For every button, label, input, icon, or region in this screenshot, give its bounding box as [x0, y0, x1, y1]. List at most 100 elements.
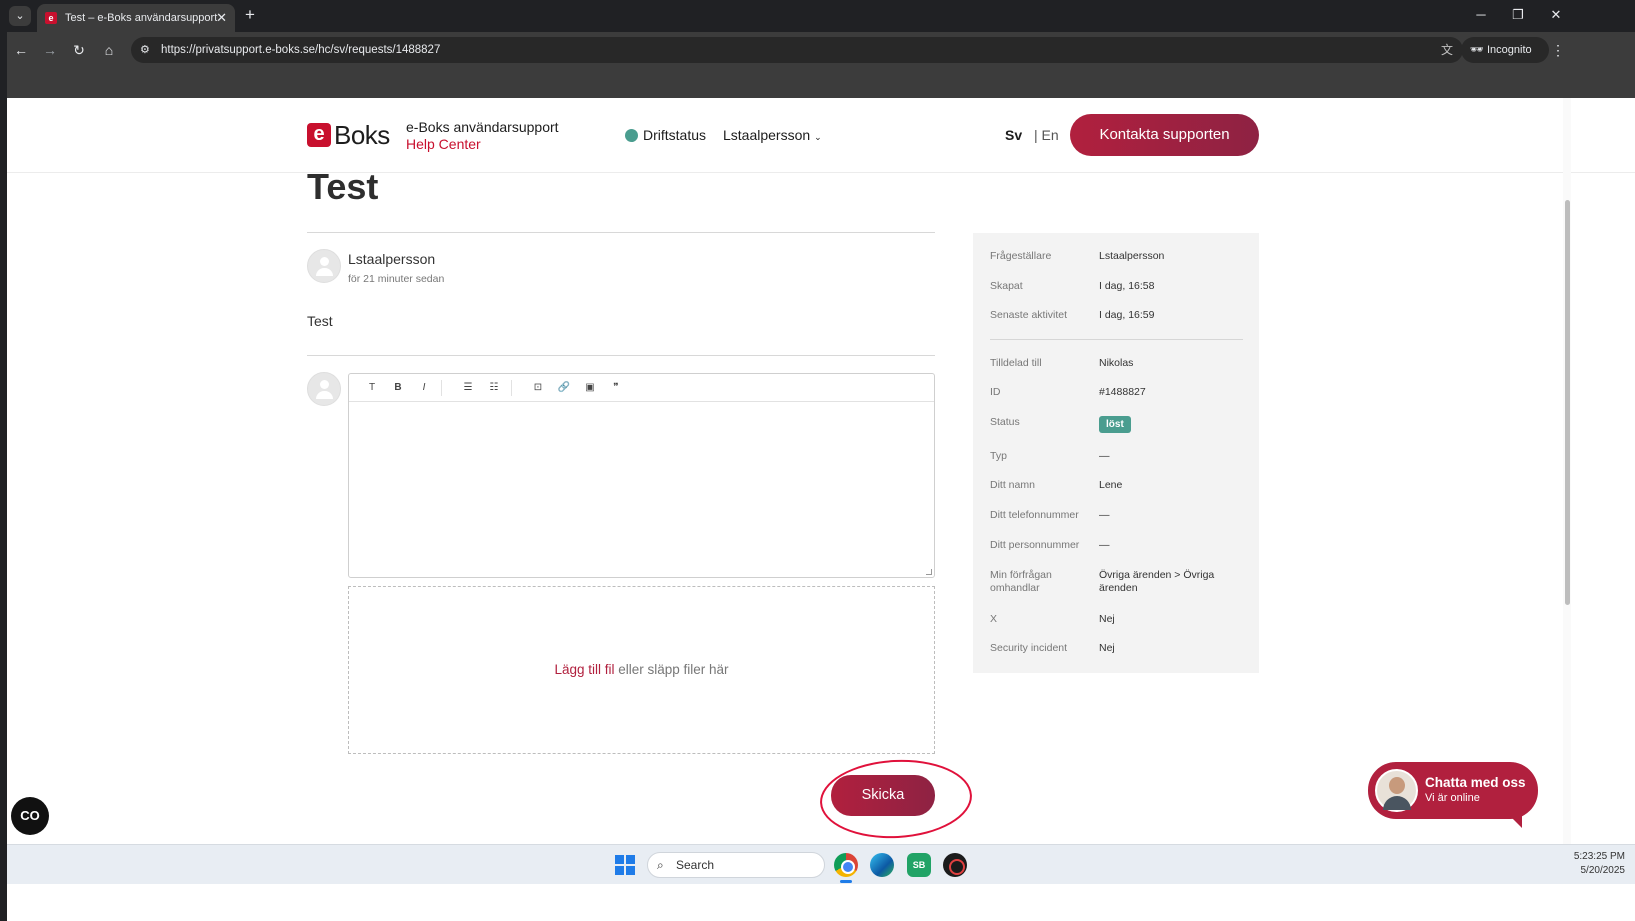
- chrome-icon[interactable]: [834, 853, 858, 877]
- detail-value: I dag, 16:58: [1099, 280, 1155, 292]
- reply-editor: T B I ☰ ☷ ⊡ 🔗 ▣ ❞: [348, 373, 935, 578]
- back-icon[interactable]: ←: [10, 39, 32, 61]
- close-window-icon[interactable]: ✕: [1543, 4, 1569, 26]
- toolbar-separator: [511, 380, 512, 396]
- clock-time[interactable]: 5:23:25 PM: [1495, 851, 1625, 862]
- resize-handle[interactable]: [926, 569, 932, 575]
- detail-value: —: [1099, 509, 1110, 521]
- tab-title: Test – e-Boks användarsupport: [65, 12, 218, 24]
- new-tab-icon[interactable]: +: [245, 4, 255, 26]
- details-divider: [990, 339, 1243, 340]
- brand-title[interactable]: e-Boks användarsupport: [406, 119, 559, 135]
- detail-label: Status: [990, 416, 1020, 428]
- reload-icon[interactable]: ↻: [68, 39, 90, 61]
- detail-label: X: [990, 613, 998, 625]
- spreadsheet-app-icon[interactable]: SB: [907, 853, 931, 877]
- detail-value: Nej: [1099, 642, 1115, 654]
- detail-label: Min förfrågan omhandlar: [990, 569, 1052, 594]
- status-dot-icon: [625, 129, 638, 142]
- forward-icon[interactable]: →: [39, 39, 61, 61]
- language-switcher: Sv | En: [1005, 127, 1059, 143]
- site-header: e Boks e-Boks användarsupport Help Cente…: [7, 98, 1635, 173]
- eboks-favicon-icon: e: [45, 12, 57, 24]
- chat-title: Chatta med oss: [1425, 775, 1526, 790]
- brand-subtitle[interactable]: Help Center: [406, 136, 481, 152]
- detail-value: I dag, 16:59: [1099, 309, 1155, 321]
- detail-value: —: [1099, 450, 1110, 462]
- bold-icon[interactable]: B: [389, 379, 407, 397]
- detail-value: #1488827: [1099, 386, 1146, 398]
- taskbar-search-label: Search: [676, 858, 715, 872]
- scrollbar-thumb[interactable]: [1565, 200, 1570, 605]
- text-format-icon[interactable]: T: [363, 379, 381, 397]
- image-icon[interactable]: ▣: [581, 379, 599, 397]
- tab-active[interactable]: e Test – e-Boks användarsupport ✕: [37, 4, 235, 32]
- incognito-icon: 🕶: [1470, 44, 1484, 56]
- comment-time: för 21 minuter sedan: [348, 273, 445, 285]
- lang-sv-link[interactable]: Sv: [1005, 127, 1022, 143]
- detail-label: Ditt personnummer: [990, 539, 1080, 551]
- detail-value: —: [1099, 539, 1110, 551]
- detail-label: Typ: [990, 450, 1007, 462]
- link-icon[interactable]: 🔗: [555, 379, 573, 397]
- edge-icon[interactable]: [870, 853, 894, 877]
- comment-body: Test: [307, 313, 333, 329]
- site-info-icon[interactable]: ⚙: [140, 37, 150, 63]
- detail-label: Senaste aktivitet: [990, 309, 1068, 321]
- dropzone-hint: eller släpp filer här: [614, 662, 729, 677]
- lang-en-link[interactable]: En: [1042, 127, 1059, 143]
- user-menu[interactable]: Lstaalpersson ⌄: [723, 127, 822, 143]
- detail-label: Security incident: [990, 642, 1068, 654]
- divider: [307, 232, 935, 233]
- detail-label: ID: [990, 386, 1001, 398]
- detail-value: Övriga ärenden > Övriga ärenden: [1099, 569, 1215, 594]
- accessibility-button[interactable]: CO: [11, 797, 49, 835]
- reply-avatar: [307, 372, 341, 406]
- incognito-indicator[interactable]: 🕶 Incognito: [1461, 37, 1549, 63]
- numbered-list-icon[interactable]: ☷: [485, 379, 503, 397]
- browser-menu-icon[interactable]: ⋮: [1551, 39, 1565, 61]
- translate-icon[interactable]: 文: [1441, 37, 1453, 63]
- clock-date[interactable]: 5/20/2025: [1495, 865, 1626, 876]
- tab-search-button[interactable]: ⌄: [9, 6, 31, 26]
- tab-bar: ⌄ e Test – e-Boks användarsupport ✕ + ─ …: [7, 0, 1635, 32]
- file-dropzone[interactable]: Lägg till fil eller släpp filer här: [348, 586, 935, 754]
- add-file-link[interactable]: Lägg till fil: [554, 662, 614, 677]
- minimize-icon[interactable]: ─: [1468, 4, 1494, 26]
- incognito-label: Incognito: [1487, 44, 1532, 56]
- driftstatus-link[interactable]: Driftstatus: [643, 127, 706, 143]
- address-bar[interactable]: ⚙ https://privatsupport.e-boks.se/hc/sv/…: [131, 37, 1463, 63]
- eboks-logo-icon[interactable]: e: [307, 123, 331, 147]
- close-tab-icon[interactable]: ✕: [216, 4, 227, 32]
- divider: [307, 355, 935, 356]
- submit-button[interactable]: Skicka: [831, 775, 935, 816]
- contact-support-button[interactable]: Kontakta supporten: [1070, 114, 1259, 156]
- taskbar-search[interactable]: ⌕ Search: [647, 852, 825, 878]
- detail-label: Frågeställare: [990, 250, 1052, 262]
- browser-toolbar: ← → ↻ ⌂ ⚙ https://privatsupport.e-boks.s…: [7, 32, 1635, 68]
- logo-text[interactable]: Boks: [334, 120, 390, 151]
- restore-icon[interactable]: ❐: [1505, 4, 1531, 26]
- comment-author: Lstaalpersson: [348, 251, 436, 267]
- chevron-down-icon: ⌄: [814, 132, 822, 142]
- home-icon[interactable]: ⌂: [98, 39, 120, 61]
- toolbar-separator: [441, 380, 442, 396]
- chat-subtitle: Vi är online: [1425, 792, 1480, 804]
- detail-value: Nikolas: [1099, 357, 1134, 369]
- detail-value: Lstaalpersson: [1099, 250, 1165, 262]
- italic-icon[interactable]: I: [415, 379, 433, 397]
- browser-infobar: [7, 68, 1635, 98]
- lang-separator: |: [1034, 127, 1038, 143]
- code-block-icon[interactable]: ⊡: [529, 379, 547, 397]
- headset-app-icon[interactable]: [943, 853, 967, 877]
- chat-widget[interactable]: Chatta med oss Vi är online: [1368, 762, 1538, 828]
- agent-avatar: [1375, 769, 1418, 812]
- quote-icon[interactable]: ❞: [607, 379, 625, 397]
- windows-start-icon[interactable]: [615, 855, 635, 875]
- url-text: https://privatsupport.e-boks.se/hc/sv/re…: [161, 44, 441, 56]
- detail-value: Lene: [1099, 479, 1123, 491]
- browser-window: ⌄ e Test – e-Boks användarsupport ✕ + ─ …: [7, 0, 1635, 921]
- reply-textarea[interactable]: [349, 403, 934, 577]
- bullet-list-icon[interactable]: ☰: [459, 379, 477, 397]
- os-taskbar: ⌕ Search SB 5:23:25 PM 5/20/2025: [7, 844, 1635, 884]
